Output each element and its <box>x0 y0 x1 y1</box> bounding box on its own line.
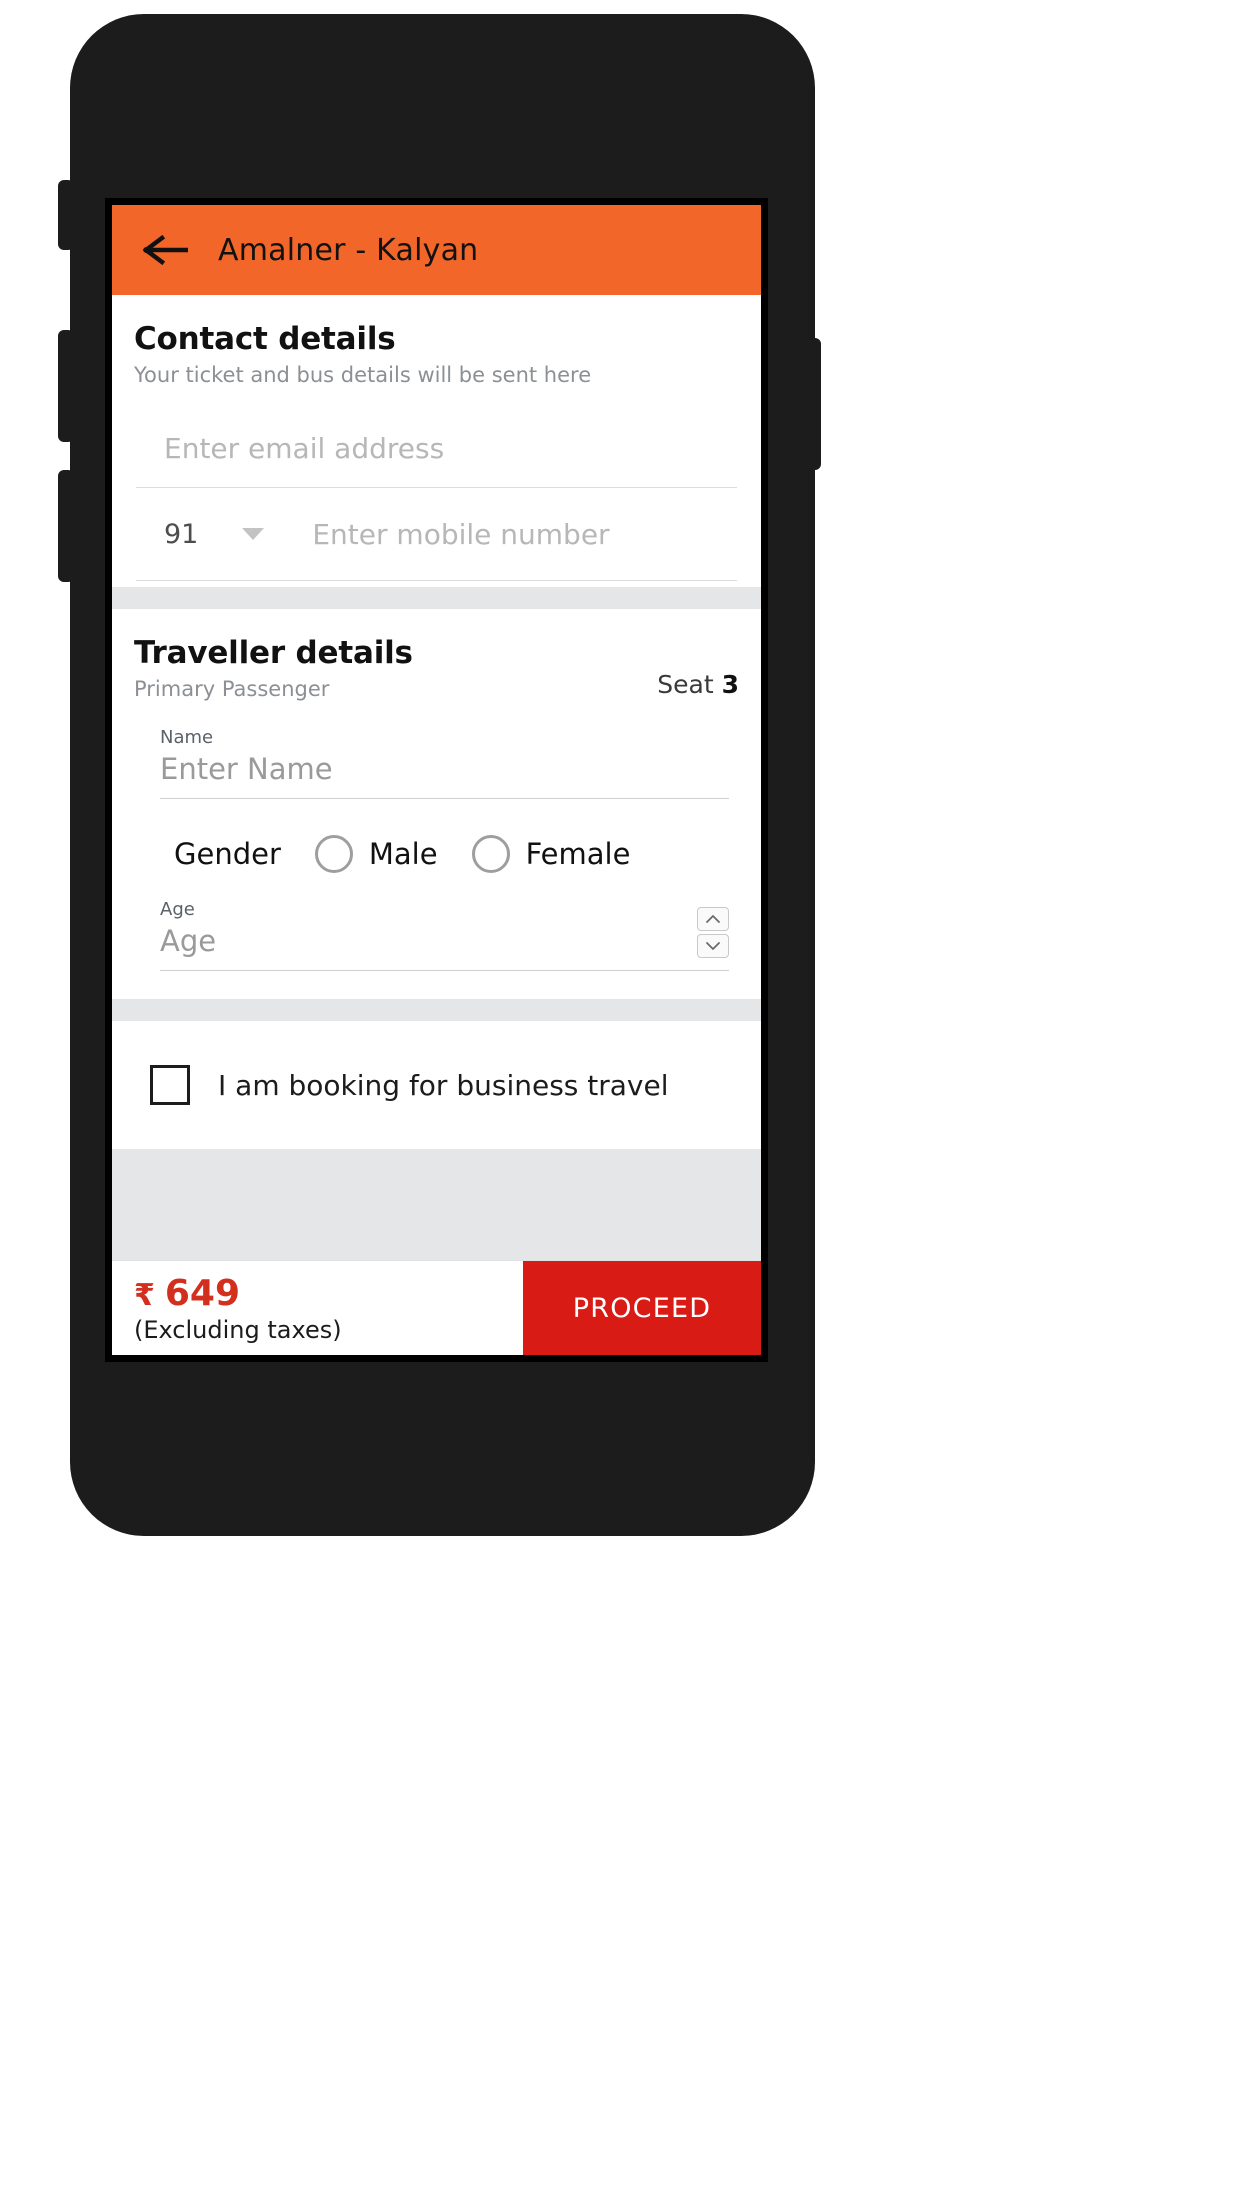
volume-up-button[interactable] <box>58 330 74 442</box>
gender-label: Gender <box>174 837 281 871</box>
contact-details-card: Contact details Your ticket and bus deta… <box>112 295 761 587</box>
price-line: ₹ 649 <box>134 1273 523 1314</box>
section-divider <box>112 587 761 609</box>
name-field[interactable]: Name Enter Name <box>160 727 729 799</box>
age-placeholder: Age <box>160 924 217 958</box>
contact-section-title: Contact details <box>134 321 396 357</box>
country-code-value[interactable]: 91 <box>164 519 198 550</box>
age-field[interactable]: Age Age <box>160 899 729 971</box>
volume-down-button[interactable] <box>58 470 74 582</box>
phone-screen: Amalner - Kalyan Contact details Your ti… <box>105 198 768 1362</box>
gender-radio-male[interactable] <box>314 835 353 873</box>
chevron-up-icon[interactable] <box>697 907 729 931</box>
age-label: Age <box>160 899 195 920</box>
business-travel-checkbox[interactable] <box>150 1065 190 1105</box>
age-stepper[interactable] <box>697 907 729 958</box>
rupee-icon: ₹ <box>134 1277 155 1313</box>
contact-section-subtitle: Your ticket and bus details will be sent… <box>134 363 592 387</box>
price-value: 649 <box>164 1272 241 1314</box>
mobile-placeholder[interactable]: Enter mobile number <box>312 518 609 551</box>
seat-prefix: Seat <box>657 670 722 699</box>
tax-note: (Excluding taxes) <box>134 1315 342 1344</box>
email-placeholder: Enter email address <box>164 431 445 465</box>
gender-label-male[interactable]: Male <box>369 837 438 871</box>
traveller-details-card: Traveller details Primary Passenger Seat… <box>112 609 761 999</box>
chevron-down-icon[interactable] <box>697 934 729 958</box>
traveller-section-title: Traveller details <box>134 635 413 671</box>
gender-label-female[interactable]: Female <box>526 837 631 871</box>
power-button[interactable] <box>805 338 821 470</box>
mobile-row: 91 Enter mobile number <box>136 488 737 581</box>
email-field[interactable]: Enter email address <box>136 409 737 488</box>
traveller-header: Traveller details Primary Passenger Seat… <box>134 635 739 701</box>
price-area: ₹ 649 (Excluding taxes) <box>112 1261 523 1355</box>
page-title: Amalner - Kalyan <box>218 232 479 268</box>
seat-number: 3 <box>721 670 739 699</box>
app-bar: Amalner - Kalyan <box>112 205 761 295</box>
name-placeholder: Enter Name <box>160 752 333 786</box>
seat-label: Seat 3 <box>657 670 739 701</box>
back-arrow-icon[interactable] <box>142 233 189 267</box>
bottom-bar: ₹ 649 (Excluding taxes) PROCEED <box>112 1260 761 1355</box>
proceed-button[interactable]: PROCEED <box>523 1261 761 1355</box>
chevron-down-icon[interactable] <box>242 528 265 540</box>
name-label: Name <box>160 727 214 748</box>
gender-row: Gender Male Female <box>174 835 739 873</box>
gender-radio-female[interactable] <box>471 835 510 873</box>
silent-switch[interactable] <box>58 180 74 250</box>
scroll-body[interactable]: Contact details Your ticket and bus deta… <box>112 295 761 1260</box>
section-divider-2 <box>112 999 761 1021</box>
business-travel-card: I am booking for business travel <box>112 1021 761 1149</box>
business-travel-label[interactable]: I am booking for business travel <box>218 1069 669 1102</box>
traveller-section-subtitle: Primary Passenger <box>134 677 330 701</box>
